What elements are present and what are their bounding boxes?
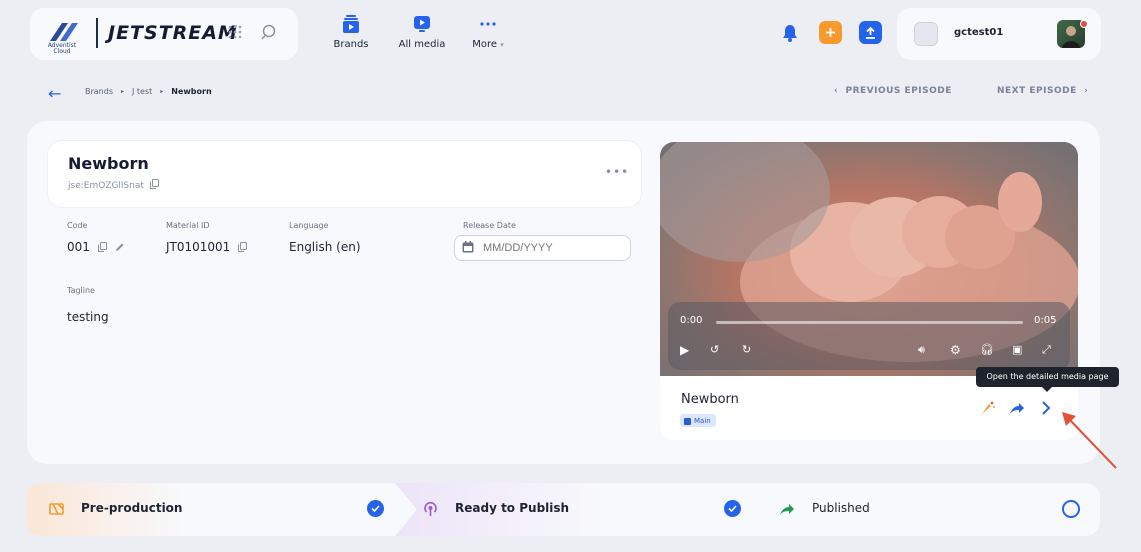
- nav-brands-label: Brands: [333, 39, 369, 50]
- media-card: 0:00 0:05 ▶ ↺ ↻ 🔊︎ ⚙ 🎧︎ ▣ ⤢ Newborn Main: [660, 142, 1078, 440]
- upload-icon: [866, 26, 875, 39]
- broadcast-icon: [424, 501, 437, 516]
- picture-in-picture-icon[interactable]: ▣: [1012, 343, 1022, 356]
- logo-area[interactable]: Adventist Cloud JETSTREAM: [30, 8, 298, 60]
- user-menu[interactable]: gctest01: [897, 8, 1101, 60]
- code-label: Code: [67, 221, 88, 230]
- logo-subtitle: Adventist Cloud: [47, 42, 77, 55]
- logo-divider: [96, 18, 98, 48]
- forward-10-icon[interactable]: ↻: [742, 343, 751, 356]
- stage-label: Published: [812, 501, 870, 515]
- volume-icon[interactable]: 🔊︎: [918, 343, 925, 357]
- main-badge: Main: [680, 414, 716, 427]
- apps-grid-icon[interactable]: [228, 25, 242, 39]
- material-id-label: Material ID: [166, 221, 210, 230]
- open-media-tooltip: Open the detailed media page: [976, 367, 1119, 392]
- tagline-label: Tagline: [67, 286, 95, 295]
- user-name: gctest01: [954, 27, 1004, 38]
- top-bar: Adventist Cloud JETSTREAM Brands All med…: [0, 0, 1141, 70]
- headphones-icon[interactable]: 🎧︎: [980, 343, 994, 356]
- search-icon[interactable]: [260, 23, 278, 41]
- video-controls: 0:00 0:05 ▶ ↺ ↻ 🔊︎ ⚙ 🎧︎ ▣ ⤢: [668, 302, 1070, 370]
- plus-icon: [826, 28, 835, 37]
- stage-label: Ready to Publish: [455, 501, 570, 515]
- release-date-label: Release Date: [463, 221, 516, 230]
- language-label: Language: [289, 221, 329, 230]
- magic-wand-icon[interactable]: [980, 400, 996, 416]
- more-icon: [480, 22, 496, 26]
- check-icon: [724, 500, 741, 517]
- brands-icon: [343, 15, 359, 33]
- video-progress-bar[interactable]: [716, 321, 1023, 324]
- material-id-value: JT0101001: [166, 240, 248, 254]
- next-episode-link[interactable]: NEXT EPISODE ›: [997, 86, 1088, 96]
- media-name: Newborn: [681, 392, 739, 407]
- episode-options-button[interactable]: •••: [605, 165, 629, 179]
- breadcrumb-row: ← Brands ▸ J test ▸ Newborn ‹ PREVIOUS E…: [0, 78, 1141, 106]
- episode-title-card: Newborn jse:EmOZGllSnat •••: [48, 141, 641, 207]
- nav-all-media[interactable]: All media: [392, 12, 452, 56]
- pending-status-icon: [1062, 500, 1080, 518]
- breadcrumb-separator-icon: ▸: [121, 88, 125, 95]
- tagline-value[interactable]: testing: [67, 310, 109, 324]
- copy-icon[interactable]: [97, 242, 107, 252]
- chevron-right-icon[interactable]: [1040, 400, 1052, 416]
- video-duration: 0:05: [1034, 315, 1057, 326]
- language-value[interactable]: English (en): [289, 240, 361, 254]
- back-arrow-icon[interactable]: ←: [48, 84, 61, 103]
- release-date-input[interactable]: [454, 235, 631, 261]
- film-icon: [684, 417, 691, 425]
- play-icon[interactable]: ▶: [680, 343, 689, 357]
- previous-episode-link[interactable]: ‹ PREVIOUS EPISODE: [834, 86, 952, 96]
- nav-all-media-label: All media: [398, 39, 446, 50]
- nav-brands[interactable]: Brands: [321, 12, 381, 56]
- video-current-time: 0:00: [680, 315, 703, 326]
- stage-label: Pre-production: [81, 501, 183, 515]
- upload-button[interactable]: [859, 21, 882, 44]
- notification-bell-icon[interactable]: [782, 24, 798, 42]
- annotation-arrow-icon: [1062, 412, 1117, 469]
- breadcrumb-separator-icon: ▸: [160, 88, 164, 95]
- breadcrumb-brand[interactable]: J test: [132, 87, 152, 96]
- copy-icon[interactable]: [149, 179, 159, 189]
- settings-gear-icon[interactable]: ⚙: [950, 343, 961, 357]
- calendar-icon[interactable]: [462, 241, 474, 253]
- copy-icon[interactable]: [238, 242, 248, 252]
- stage-ready-to-publish[interactable]: [395, 483, 775, 536]
- fullscreen-icon[interactable]: ⤢: [1042, 343, 1051, 357]
- avatar: [914, 22, 938, 46]
- code-value: 001: [67, 240, 125, 254]
- pre-production-icon: [49, 503, 64, 515]
- edit-pencil-icon[interactable]: [115, 242, 125, 252]
- video-player[interactable]: 0:00 0:05 ▶ ↺ ↻ 🔊︎ ⚙ 🎧︎ ▣ ⤢: [660, 142, 1078, 376]
- share-arrow-icon[interactable]: [1009, 400, 1025, 416]
- breadcrumb-current: Newborn: [171, 87, 212, 96]
- nav-more-label: More ▾: [472, 39, 504, 50]
- check-icon: [367, 500, 384, 517]
- rewind-10-icon[interactable]: ↺: [710, 343, 719, 356]
- page-title: Newborn: [68, 154, 149, 173]
- logo-text: JETSTREAM: [108, 22, 238, 44]
- nav-more[interactable]: More ▾: [458, 12, 518, 56]
- breadcrumb: Brands ▸ J test ▸ Newborn: [85, 87, 212, 96]
- publish-pipeline: Pre-production Ready to Publish Publishe…: [27, 483, 1100, 536]
- chevron-down-icon: ▾: [500, 41, 504, 49]
- add-button[interactable]: [819, 21, 842, 44]
- episode-id: jse:EmOZGllSnat: [68, 179, 159, 191]
- breadcrumb-brands[interactable]: Brands: [85, 87, 113, 96]
- media-icon: [414, 16, 430, 32]
- notification-dot: [1080, 20, 1088, 28]
- published-arrow-icon: [780, 504, 794, 515]
